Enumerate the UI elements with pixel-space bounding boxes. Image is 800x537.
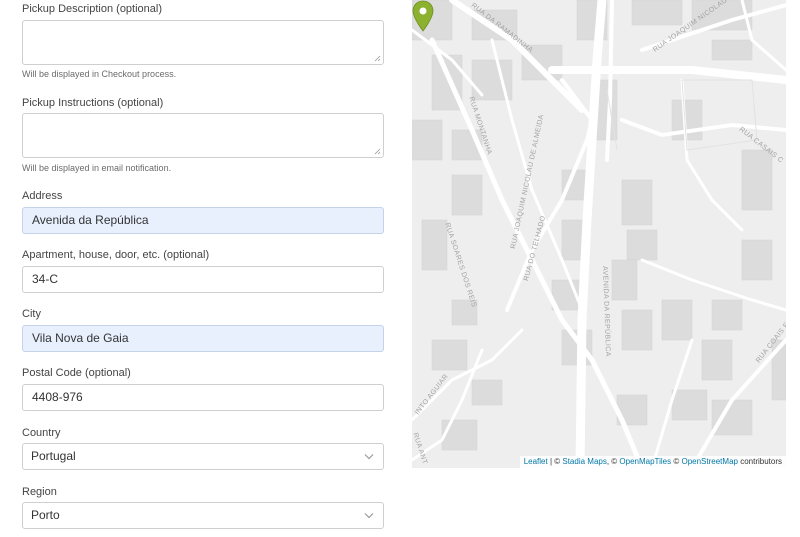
attribution-separator: © (671, 457, 682, 466)
country-selected-value: Portugal (31, 449, 76, 463)
location-map[interactable]: RUA DA RAMADINHA RUA JOAQUIM NICOLAU RUA… (412, 0, 786, 468)
pickup-instructions-textarea[interactable] (22, 113, 384, 158)
address-label: Address (22, 190, 63, 202)
openmaptiles-link[interactable]: OpenMapTiles (619, 457, 671, 466)
attribution-contributors: contributors (737, 457, 782, 466)
postal-code-label: Postal Code (optional) (22, 367, 131, 379)
country-label: Country (22, 427, 61, 439)
region-selected-value: Porto (31, 508, 60, 522)
attribution-separator: | © (547, 457, 563, 466)
chevron-down-icon (364, 454, 374, 460)
region-select[interactable]: Porto (22, 502, 384, 529)
map-attribution: Leaflet | © Stadia Maps, © OpenMapTiles … (519, 456, 786, 468)
pickup-instructions-hint: Will be displayed in email notification. (22, 163, 172, 173)
attribution-separator: , © (606, 457, 620, 466)
pickup-description-label: Pickup Description (optional) (22, 3, 163, 15)
stadia-maps-link[interactable]: Stadia Maps (562, 457, 606, 466)
map-tiles (412, 0, 786, 468)
region-label: Region (22, 486, 57, 498)
city-label: City (22, 308, 41, 320)
pickup-description-hint: Will be displayed in Checkout process. (22, 69, 177, 79)
resize-grip-icon[interactable] (374, 148, 381, 155)
pickup-instructions-label: Pickup Instructions (optional) (22, 97, 164, 109)
pickup-description-textarea[interactable] (22, 20, 384, 65)
resize-grip-icon[interactable] (374, 55, 381, 62)
apartment-label: Apartment, house, door, etc. (optional) (22, 249, 210, 261)
apartment-input[interactable]: 34-C (22, 266, 384, 293)
postal-code-input[interactable]: 4408-976 (22, 384, 384, 411)
openstreetmap-link[interactable]: OpenStreetMap (681, 457, 737, 466)
country-select[interactable]: Portugal (22, 443, 384, 470)
chevron-down-icon (364, 513, 374, 519)
map-marker-icon[interactable] (412, 0, 434, 32)
city-input[interactable]: Vila Nova de Gaia (22, 325, 384, 352)
leaflet-link[interactable]: Leaflet (524, 457, 548, 466)
address-input[interactable]: Avenida da República (22, 207, 384, 234)
